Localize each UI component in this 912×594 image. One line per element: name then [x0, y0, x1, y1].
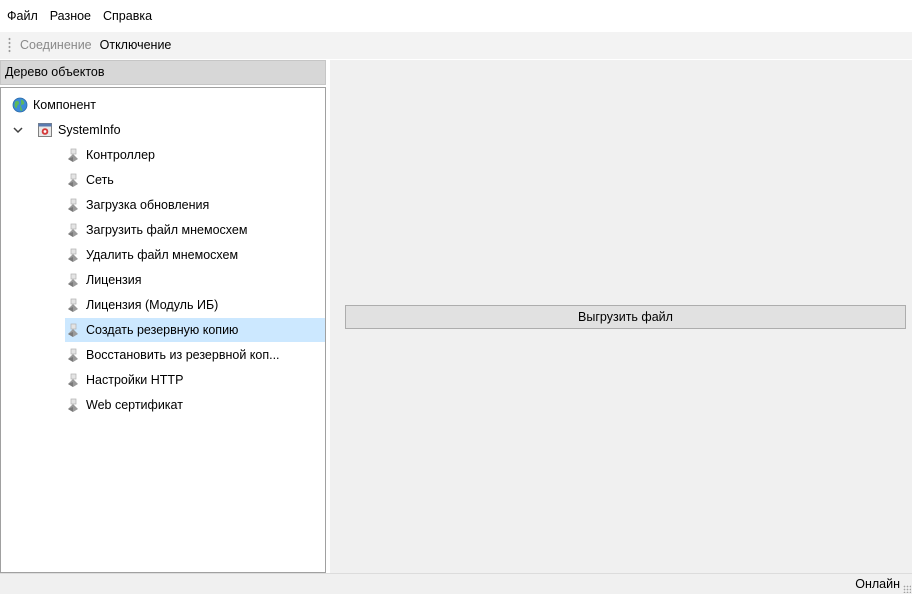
menu-file[interactable]: Файл: [1, 0, 44, 32]
tree-item-label: Сеть: [86, 173, 114, 187]
tree-item-delete-mnemonic[interactable]: Удалить файл мнемосхем: [65, 243, 238, 267]
toolbar: Соединение Отключение: [0, 32, 912, 59]
object-tree[interactable]: Компонент SystemInfo Контроллер Сеть Заг…: [0, 87, 326, 573]
resize-grip-icon[interactable]: [903, 585, 911, 593]
tree-item-web-certificate[interactable]: Web сертификат: [65, 393, 183, 417]
tree-item-label: Контроллер: [86, 148, 155, 162]
gear-node-icon: [65, 347, 81, 363]
export-file-button[interactable]: Выгрузить файл: [345, 305, 906, 329]
gear-node-icon: [65, 322, 81, 338]
tree-item-label: Настройки HTTP: [86, 373, 184, 387]
gear-node-icon: [65, 397, 81, 413]
toolbar-grip[interactable]: [8, 37, 11, 54]
tree-item-label: Удалить файл мнемосхем: [86, 248, 239, 262]
tree-item-label: Загрузить файл мнемосхем: [86, 223, 248, 237]
tree-item-load-mnemonic[interactable]: Загрузить файл мнемосхем: [65, 218, 247, 242]
gear-node-icon: [65, 172, 81, 188]
tree-item-label: Восстановить из резервной коп...: [86, 348, 280, 362]
tree-item-label: SystemInfo: [58, 123, 121, 137]
tree-item-label: Создать резервную копию: [86, 323, 239, 337]
tree-item-network[interactable]: Сеть: [65, 168, 114, 192]
gear-node-icon: [65, 372, 81, 388]
tree-item-license[interactable]: Лицензия: [65, 268, 142, 292]
connect-button[interactable]: Соединение: [16, 32, 96, 59]
chevron-down-icon[interactable]: [12, 124, 24, 136]
gear-node-icon: [65, 297, 81, 313]
gear-node-icon: [65, 272, 81, 288]
tree-item-update-upload[interactable]: Загрузка обновления: [65, 193, 209, 217]
object-tree-header: Дерево объектов: [0, 60, 326, 85]
tree-item-license-ib[interactable]: Лицензия (Модуль ИБ): [65, 293, 218, 317]
system-module-icon: [37, 122, 53, 138]
tree-item-controller[interactable]: Контроллер: [65, 143, 155, 167]
gear-node-icon: [65, 197, 81, 213]
globe-icon: [12, 97, 28, 113]
menu-bar: Файл Разное Справка: [0, 0, 912, 32]
connection-status: Онлайн: [855, 577, 900, 591]
tree-item-label: Компонент: [33, 98, 97, 112]
tree-item-create-backup[interactable]: Создать резервную копию: [65, 318, 325, 342]
tree-item-label: Загрузка обновления: [86, 198, 210, 212]
tree-item-label: Лицензия: [86, 273, 142, 287]
gear-node-icon: [65, 247, 81, 263]
tree-item-component[interactable]: Компонент: [12, 93, 96, 117]
tree-item-restore-backup[interactable]: Восстановить из резервной коп...: [65, 343, 280, 367]
tree-item-http-settings[interactable]: Настройки HTTP: [65, 368, 183, 392]
disconnect-button[interactable]: Отключение: [96, 32, 176, 59]
tree-item-label: Web сертификат: [86, 398, 183, 412]
tree-item-label: Лицензия (Модуль ИБ): [86, 298, 219, 312]
gear-node-icon: [65, 222, 81, 238]
menu-help[interactable]: Справка: [97, 0, 158, 32]
status-bar: Онлайн: [0, 573, 912, 594]
gear-node-icon: [65, 147, 81, 163]
tree-item-systeminfo[interactable]: SystemInfo: [12, 118, 121, 142]
menu-misc[interactable]: Разное: [44, 0, 97, 32]
